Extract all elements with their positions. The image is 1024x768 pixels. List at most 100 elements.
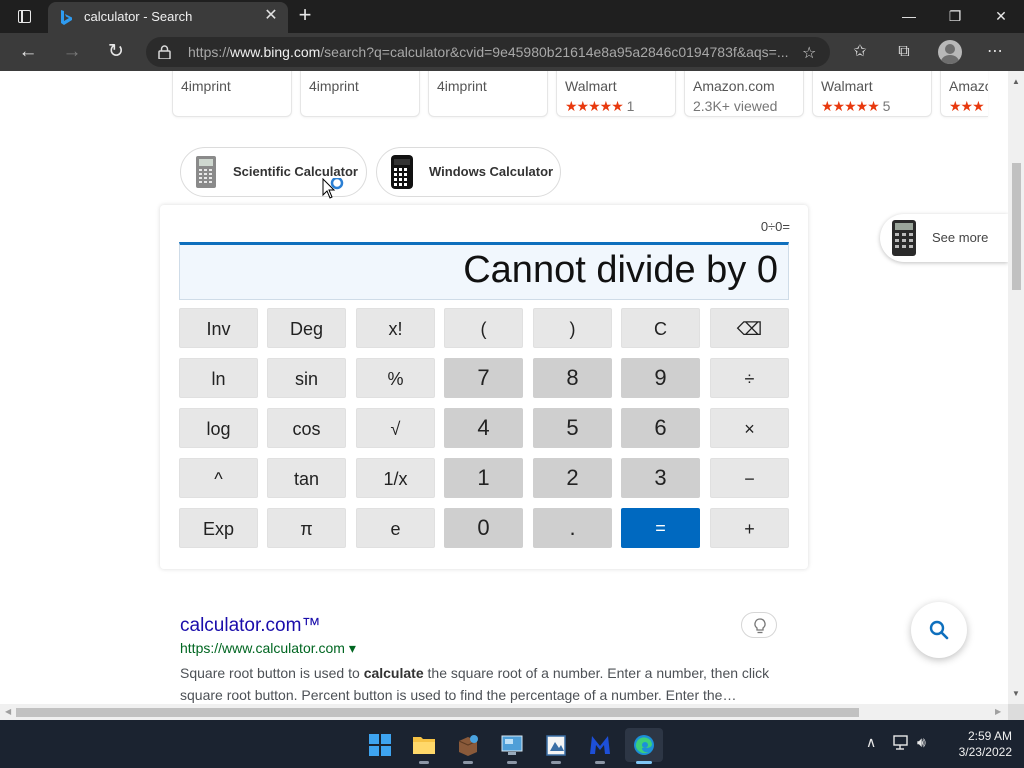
- more-menu-icon[interactable]: ⋯: [980, 40, 1010, 64]
- digit-5-key[interactable]: 5: [533, 408, 612, 448]
- taskbar-app-package[interactable]: [449, 728, 487, 764]
- product-card[interactable]: Amazo ★★★: [940, 71, 988, 117]
- digit-6-key[interactable]: 6: [621, 408, 700, 448]
- backspace-key[interactable]: ⌫: [710, 308, 789, 348]
- address-bar[interactable]: https://www.bing.com/search?q=calculator…: [146, 37, 830, 67]
- scroll-right-icon[interactable]: ▶: [995, 707, 1001, 716]
- result-title-link[interactable]: calculator.com™: [180, 615, 320, 637]
- scroll-left-icon[interactable]: ◀: [5, 707, 11, 716]
- collections-icon[interactable]: ⧉: [889, 40, 919, 64]
- sin-key[interactable]: sin: [267, 358, 346, 398]
- add-favorite-icon[interactable]: ☆: [802, 43, 816, 63]
- clock-time: 2:59 AM: [967, 729, 1012, 743]
- deg-key[interactable]: Deg: [267, 308, 346, 348]
- profile-avatar[interactable]: [938, 40, 962, 64]
- network-icon[interactable]: [893, 735, 911, 751]
- show-hidden-icons-icon[interactable]: ∧: [866, 734, 876, 751]
- scroll-down-icon[interactable]: ▼: [1012, 689, 1020, 698]
- vertical-scroll-thumb[interactable]: [1012, 163, 1021, 290]
- exp-key[interactable]: Exp: [179, 508, 258, 548]
- star-rating-icon: ★★★: [949, 98, 985, 114]
- store-name: Amazon.com: [693, 78, 775, 94]
- lightbulb-button[interactable]: [741, 612, 777, 638]
- store-name: 4imprint: [181, 78, 231, 94]
- product-card[interactable]: 4imprint: [428, 71, 548, 117]
- e-key[interactable]: e: [356, 508, 435, 548]
- vertical-scrollbar[interactable]: ▲ ▼: [1008, 71, 1024, 704]
- tab-actions-icon[interactable]: [8, 6, 40, 28]
- add-key[interactable]: +: [710, 508, 789, 548]
- cursor-busy-icon: [322, 178, 344, 199]
- digit-9-key[interactable]: 9: [621, 358, 700, 398]
- digit-7-key[interactable]: 7: [444, 358, 523, 398]
- taskbar-paint[interactable]: [537, 728, 575, 764]
- malwarebytes-icon: [590, 736, 610, 754]
- calculator-thumbnail-icon: [892, 220, 916, 256]
- equals-key[interactable]: =: [621, 508, 700, 548]
- reciprocal-key[interactable]: 1/x: [356, 458, 435, 498]
- result-snippet: Square root button is used to calculate …: [180, 665, 770, 703]
- digit-0-key[interactable]: 0: [444, 508, 523, 548]
- windows-calculator-chip[interactable]: Windows Calculator: [376, 147, 561, 197]
- taskbar-control-panel[interactable]: [493, 728, 531, 764]
- search-fab-button[interactable]: [911, 602, 967, 658]
- product-card[interactable]: 4imprint: [172, 71, 292, 117]
- lock-icon[interactable]: [158, 45, 171, 59]
- product-card[interactable]: Amazon.com 2.3K+ viewed: [684, 71, 804, 117]
- close-tab-icon[interactable]: ✕: [262, 7, 280, 25]
- product-card[interactable]: Walmart ★★★★★ 1: [556, 71, 676, 117]
- browser-tab[interactable]: calculator - Search ✕: [48, 2, 288, 33]
- subtract-key[interactable]: −: [710, 458, 789, 498]
- forward-icon[interactable]: →: [57, 38, 87, 66]
- close-paren-key[interactable]: ): [533, 308, 612, 348]
- result-url[interactable]: https://www.calculator.com ▾: [180, 640, 356, 657]
- horizontal-scrollbar[interactable]: ◀ ▶: [0, 704, 1008, 720]
- factorial-key[interactable]: x!: [356, 308, 435, 348]
- clock-date: 3/23/2022: [958, 745, 1012, 759]
- product-card[interactable]: 4imprint: [300, 71, 420, 117]
- close-window-icon[interactable]: ✕: [978, 0, 1024, 33]
- tan-key[interactable]: tan: [267, 458, 346, 498]
- see-more-label: See more: [932, 230, 989, 245]
- taskbar-edge[interactable]: [625, 728, 663, 764]
- horizontal-scroll-thumb[interactable]: [16, 708, 859, 717]
- windows-taskbar: ∧ 🔊︎ 2:59 AM 3/23/2022: [0, 720, 1024, 768]
- cos-key[interactable]: cos: [267, 408, 346, 448]
- display-value: Cannot divide by 0: [463, 249, 778, 291]
- digit-3-key[interactable]: 3: [621, 458, 700, 498]
- pi-key[interactable]: π: [267, 508, 346, 548]
- digit-4-key[interactable]: 4: [444, 408, 523, 448]
- system-clock[interactable]: 2:59 AM 3/23/2022: [940, 728, 1012, 760]
- taskbar-file-explorer[interactable]: [405, 728, 443, 764]
- divide-key[interactable]: ÷: [710, 358, 789, 398]
- minimize-icon[interactable]: —: [886, 0, 932, 33]
- digit-8-key[interactable]: 8: [533, 358, 612, 398]
- digit-1-key[interactable]: 1: [444, 458, 523, 498]
- favorites-icon[interactable]: ✩: [845, 40, 875, 64]
- restore-icon[interactable]: ❐: [932, 0, 978, 33]
- taskbar-malwarebytes[interactable]: [581, 728, 619, 764]
- clear-key[interactable]: C: [621, 308, 700, 348]
- digit-2-key[interactable]: 2: [533, 458, 612, 498]
- see-more-button[interactable]: See more: [880, 214, 1008, 262]
- multiply-key[interactable]: ×: [710, 408, 789, 448]
- control-panel-icon: [501, 735, 523, 755]
- decimal-key[interactable]: .: [533, 508, 612, 548]
- new-tab-button[interactable]: +: [292, 4, 318, 28]
- start-button[interactable]: [361, 728, 399, 762]
- ln-key[interactable]: ln: [179, 358, 258, 398]
- scroll-up-icon[interactable]: ▲: [1012, 77, 1020, 86]
- url-text[interactable]: https://www.bing.com/search?q=calculator…: [188, 44, 792, 60]
- power-key[interactable]: ^: [179, 458, 258, 498]
- rating: ★★★★★ 1: [565, 98, 635, 114]
- inv-key[interactable]: Inv: [179, 308, 258, 348]
- volume-icon[interactable]: 🔊︎: [917, 734, 926, 751]
- scrollbar-corner: [1008, 704, 1024, 720]
- log-key[interactable]: log: [179, 408, 258, 448]
- refresh-icon[interactable]: ↻: [101, 38, 131, 66]
- percent-key[interactable]: %: [356, 358, 435, 398]
- product-card[interactable]: Walmart ★★★★★ 5: [812, 71, 932, 117]
- open-paren-key[interactable]: (: [444, 308, 523, 348]
- back-icon[interactable]: ←: [13, 38, 43, 66]
- sqrt-key[interactable]: √: [356, 408, 435, 448]
